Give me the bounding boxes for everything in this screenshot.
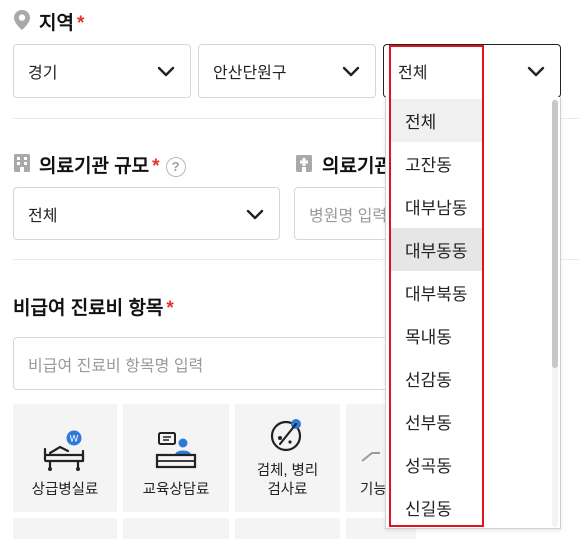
noncovered-item-input[interactable]: 비급여 진료비 항목명 입력 (13, 337, 413, 390)
dropdown-option[interactable]: 선감동 (391, 357, 483, 400)
tile-counseling-fee[interactable]: 교육상담료 (123, 404, 229, 512)
dropdown-option[interactable]: 전체 (391, 99, 483, 142)
tile-lab-test-fee[interactable]: 검체, 병리 검사료 (235, 404, 340, 512)
dong-select-value: 전체 (398, 65, 428, 82)
tile-row2-1[interactable] (13, 518, 117, 539)
tile-label: 상급병실료 (31, 482, 99, 499)
dropdown-option[interactable]: 선부동 (391, 400, 483, 443)
tile-row2-3[interactable] (235, 518, 340, 539)
counseling-desk-icon (155, 432, 197, 469)
required-mark: * (76, 13, 85, 34)
dropdown-option[interactable]: 대부북동 (391, 271, 483, 314)
tile-label: 교육상담료 (142, 482, 210, 499)
help-icon[interactable]: ? (165, 156, 186, 177)
city-select[interactable]: 안산단원구 (198, 44, 376, 98)
noncovered-title-text: 비급여 진료비 항목 (13, 298, 164, 319)
building-icon (14, 154, 30, 172)
institution-size-title: 의료기관 규모 *? (39, 151, 186, 178)
tile-label: 기능 (360, 482, 387, 499)
institution-size-value: 전체 (28, 207, 58, 225)
chevron-down-icon (157, 66, 175, 77)
region-title-text: 지역 (39, 13, 74, 34)
institution-size-title-text: 의료기관 규모 (39, 156, 150, 177)
noncovered-title: 비급여 진료비 항목 * (13, 293, 174, 320)
dropdown-option-hovered[interactable]: 대부동동 (391, 228, 483, 271)
dropdown-option[interactable]: 성곡동 (391, 443, 483, 486)
province-select[interactable]: 경기 (13, 44, 191, 98)
dropdown-option[interactable]: 신길동 (391, 486, 483, 528)
dong-dropdown-list[interactable]: 전체 고잔동 대부남동 대부동동 대부북동 목내동 선감동 선부동 성곡동 신길… (385, 97, 561, 529)
dropdown-option[interactable]: 대부남동 (391, 185, 483, 228)
region-title: 지역 * (39, 8, 84, 35)
hospital-bed-icon: W (43, 430, 85, 472)
chevron-down-icon (527, 66, 545, 77)
required-mark: * (166, 298, 174, 319)
tile-label: 검체, 병리 검사료 (256, 463, 319, 499)
province-select-value: 경기 (28, 65, 58, 82)
tile-room-fee[interactable]: W 상급병실료 (13, 404, 117, 512)
dropdown-scrollbar-thumb[interactable] (552, 100, 558, 368)
location-pin-icon (14, 10, 30, 30)
institution-name-title: 의료기관 (322, 156, 392, 177)
chevron-down-icon (342, 66, 360, 77)
lab-test-icon (270, 419, 301, 452)
institution-size-select[interactable]: 전체 (13, 187, 280, 240)
dong-select[interactable]: 전체 (383, 44, 561, 98)
required-mark: * (152, 156, 160, 177)
tile-row2-2[interactable] (123, 518, 229, 539)
svg-text:W: W (70, 435, 79, 445)
dropdown-option[interactable]: 목내동 (391, 314, 483, 357)
chevron-down-icon (246, 209, 264, 219)
hospital-icon (296, 155, 312, 172)
city-select-value: 안산단원구 (213, 65, 287, 82)
dropdown-option[interactable]: 고잔동 (391, 142, 483, 185)
